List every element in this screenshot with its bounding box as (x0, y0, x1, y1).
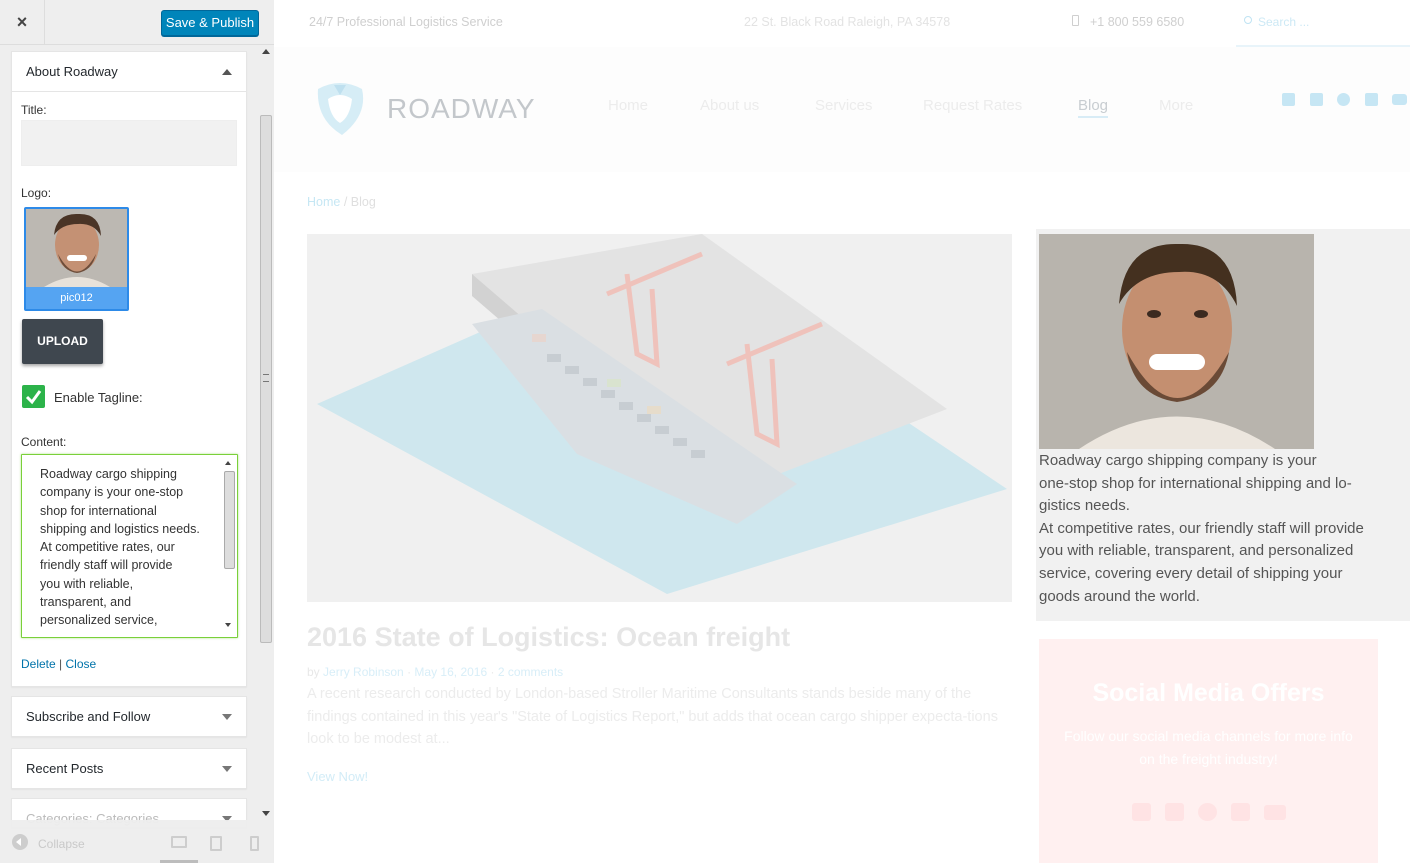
content-field-label: Content: (21, 435, 67, 449)
about-widget-title: About Roadway (26, 64, 118, 79)
scrollbar-thumb[interactable] (260, 115, 272, 643)
post-author[interactable]: Jerry Robinson (323, 665, 404, 679)
site-header: ROADWAY Home About us Services Request R… (274, 47, 1410, 172)
read-more-link[interactable]: View Now! (307, 769, 368, 784)
textarea-scrollbar[interactable] (223, 457, 235, 631)
scroll-up-arrow-icon[interactable] (225, 461, 231, 465)
subscribe-widget[interactable]: Subscribe and Follow (11, 696, 247, 737)
expand-arrow-icon[interactable] (222, 766, 232, 772)
about-widget: About Roadway Title: Logo: pic012 UPLOAD (11, 51, 247, 687)
content-textarea[interactable]: Roadway cargo shipping company is your o… (21, 454, 238, 638)
facebook-icon[interactable] (1310, 93, 1323, 106)
customizer-footer: Collapse (0, 820, 274, 863)
search-icon (1244, 16, 1252, 24)
breadcrumb-separator: / (340, 195, 351, 209)
logo-image (26, 209, 127, 287)
offer-instagram-icon[interactable] (1231, 803, 1250, 821)
widget-actions: Delete | Close (21, 657, 96, 671)
meta-dot-2: · (490, 665, 498, 679)
about-widget-preview[interactable]: Roadway cargo shipping company is your o… (1036, 229, 1410, 621)
meta-by: by (307, 665, 320, 679)
about-widget-header[interactable]: About Roadway (12, 52, 246, 92)
post-comments[interactable]: 2 comments (498, 665, 563, 679)
save-publish-button[interactable]: Save & Publish (161, 10, 259, 36)
brand-name[interactable]: ROADWAY (387, 93, 536, 125)
scroll-down-arrow-icon[interactable] (225, 623, 231, 627)
subscribe-widget-title: Subscribe and Follow (26, 709, 151, 724)
delete-link[interactable]: Delete (21, 657, 56, 671)
post-excerpt: A recent research conducted by London-ba… (307, 686, 998, 747)
post-featured-image[interactable] (307, 234, 1012, 602)
offer-text: Follow our social media channels for mor… (1064, 728, 1353, 767)
recent-posts-widget[interactable]: Recent Posts (11, 748, 247, 789)
collapse-arrow-icon[interactable] (222, 69, 232, 75)
collapse-label[interactable]: Collapse (38, 837, 85, 851)
customizer-header: × Save & Publish (0, 0, 274, 45)
post-title[interactable]: 2016 State of Logistics: Ocean freight (307, 622, 790, 653)
sidebar-scrollbar[interactable] (259, 45, 274, 820)
scroll-down-arrow-icon[interactable] (262, 811, 270, 816)
mobile-preview-icon[interactable] (250, 836, 259, 851)
logo-thumbnail[interactable]: pic012 (24, 207, 129, 311)
customizer-sidebar: × Save & Publish About Roadway Title: Lo… (0, 0, 274, 863)
grip-icon (263, 374, 269, 382)
checkmark-icon (25, 390, 42, 405)
breadcrumb-home[interactable]: Home (307, 195, 340, 209)
textarea-scroll-thumb[interactable] (224, 471, 235, 569)
desktop-preview-icon[interactable] (171, 836, 187, 848)
offer-twitter-icon[interactable] (1132, 803, 1151, 821)
tagline-label: Enable Tagline: (54, 390, 143, 405)
close-link[interactable]: Close (66, 657, 97, 671)
breadcrumb-current: Blog (350, 195, 376, 209)
title-input[interactable] (21, 120, 237, 166)
nav-blog[interactable]: Blog (1078, 97, 1109, 118)
breadcrumb: Home / Blog (307, 195, 376, 209)
nav-request-rates[interactable]: Request Rates (923, 97, 1022, 114)
youtube-icon[interactable] (1392, 94, 1407, 105)
nav-home[interactable]: Home (608, 97, 648, 114)
tablet-preview-icon[interactable] (210, 836, 222, 851)
logo-caption: pic012 (26, 287, 127, 309)
scroll-up-arrow-icon[interactable] (262, 49, 270, 54)
instagram-icon[interactable] (1365, 93, 1378, 106)
content-text[interactable]: Roadway cargo shipping company is your o… (40, 465, 215, 631)
logo-field-label: Logo: (21, 186, 52, 200)
phone-icon (1072, 15, 1079, 26)
nav-more[interactable]: More (1159, 97, 1193, 114)
expand-arrow-icon[interactable] (222, 714, 232, 720)
offer-title: Social Media Offers (1092, 679, 1325, 707)
tagline-checkbox[interactable] (22, 385, 45, 408)
pinterest-icon[interactable] (1337, 93, 1350, 106)
offer-facebook-icon[interactable] (1165, 803, 1184, 821)
collapse-icon[interactable] (12, 834, 28, 850)
offer-pinterest-icon[interactable] (1198, 803, 1217, 821)
nav-about-us[interactable]: About us (700, 97, 759, 114)
twitter-icon[interactable] (1282, 93, 1295, 106)
about-text: Roadway cargo shipping company is your o… (1039, 452, 1364, 605)
offer-youtube-icon[interactable] (1264, 805, 1286, 820)
topbar-phone: +1 800 559 6580 (1090, 15, 1185, 29)
post-meta: by Jerry Robinson · May 16, 2016 · 2 com… (307, 665, 563, 679)
social-offers-widget: Social Media Offers Follow our social me… (1039, 639, 1378, 863)
title-field-label: Title: (21, 103, 47, 117)
topbar-tagline: 24/7 Professional Logistics Service (309, 15, 503, 29)
roadway-logo-icon[interactable] (310, 79, 370, 137)
recent-posts-widget-title: Recent Posts (26, 761, 104, 776)
about-photo (1039, 234, 1314, 449)
topbar-address: 22 St. Black Road Raleigh, PA 34578 (744, 15, 951, 29)
post-date[interactable]: May 16, 2016 (414, 665, 487, 679)
site-search-input[interactable]: Search ... (1236, 5, 1410, 47)
site-preview[interactable]: 24/7 Professional Logistics Service 22 S… (274, 0, 1410, 863)
upload-button[interactable]: UPLOAD (22, 319, 103, 364)
link-separator: | (59, 657, 63, 671)
nav-services[interactable]: Services (815, 97, 873, 114)
search-placeholder: Search ... (1258, 15, 1310, 29)
close-customizer-button[interactable]: × (0, 0, 45, 45)
